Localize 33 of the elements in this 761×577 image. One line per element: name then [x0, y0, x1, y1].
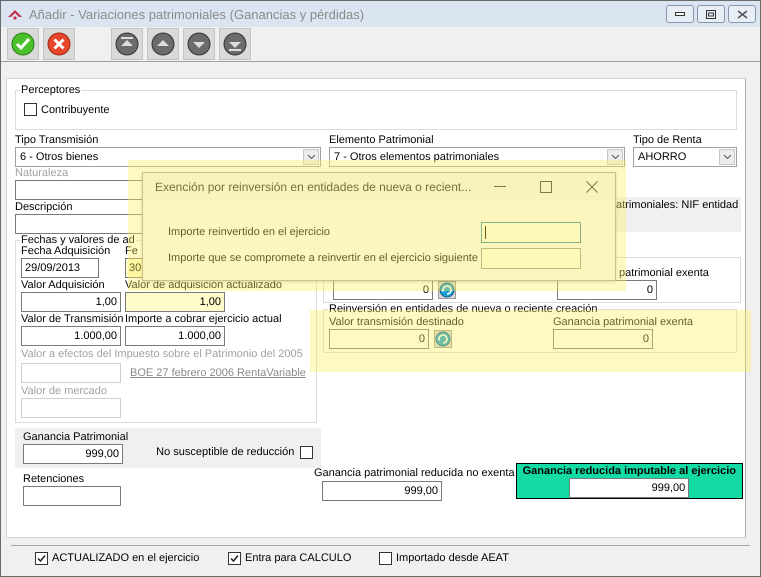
- checkbox-label: ACTUALIZADO en el ejercicio: [52, 552, 200, 564]
- field-label: Fe: [125, 245, 139, 258]
- field-label: Naturaleza: [15, 167, 70, 180]
- field-label: Importe que se compromete a reinvertir en el ejercicio siguiente: [168, 252, 479, 265]
- field-label: Elemento Patrimonial: [329, 134, 435, 147]
- group-title: Reinversión en entidades de nueva o reciente creación: [328, 303, 598, 316]
- group-title: Perceptores: [20, 84, 82, 97]
- field-label: Importe a cobrar ejercicio actual: [125, 313, 283, 326]
- checkbox-label: Entra para CALCULO: [245, 552, 352, 564]
- field-label: Ganancia patrimonial reducida no exenta: [314, 467, 515, 480]
- field-label: Fecha Adquisición: [21, 245, 112, 258]
- checkbox-label: No susceptible de reducción: [156, 446, 294, 458]
- field-label: Ganancia reducida imputable al ejercicio: [522, 464, 736, 478]
- field-label: Importe reinvertido en el ejercicio: [168, 226, 332, 239]
- field-label: Ganancia Patrimonial: [23, 431, 128, 444]
- field-label: Valor de adquisición actualizado: [125, 279, 283, 292]
- field-label: Valor de Transmisión: [21, 313, 125, 326]
- window-title: Añadir - Variaciones patrimoniales (Ganancias y pérdidas): [29, 6, 364, 22]
- field-label: Tipo Transmisión: [15, 134, 100, 147]
- field-label: Valor de mercado: [21, 385, 108, 397]
- field-label: Valor a efectos del Impuesto sobre el Patrimonio del 2005: [21, 348, 303, 360]
- group-title: Fechas y valores de ad: [20, 234, 136, 246]
- field-label: Tipo de Renta: [633, 134, 703, 147]
- field-label: Valor transmisión destinado: [329, 316, 465, 329]
- field-label: patrimonial exenta: [619, 267, 709, 279]
- info-text: atrimoniales: NIF entidad: [616, 199, 738, 211]
- dialog-title: Exención por reinversión en entidades de nueva o recient...: [155, 180, 472, 194]
- field-label: Retenciones: [23, 473, 86, 486]
- field-label: Descripción: [15, 201, 74, 214]
- field-label: Ganancia patrimonial exenta: [553, 316, 694, 329]
- checkbox-label: Contribuyente: [41, 104, 110, 116]
- field-label: Valor Adquisición: [21, 279, 106, 292]
- checkbox-label: Importado desde AEAT: [396, 552, 509, 564]
